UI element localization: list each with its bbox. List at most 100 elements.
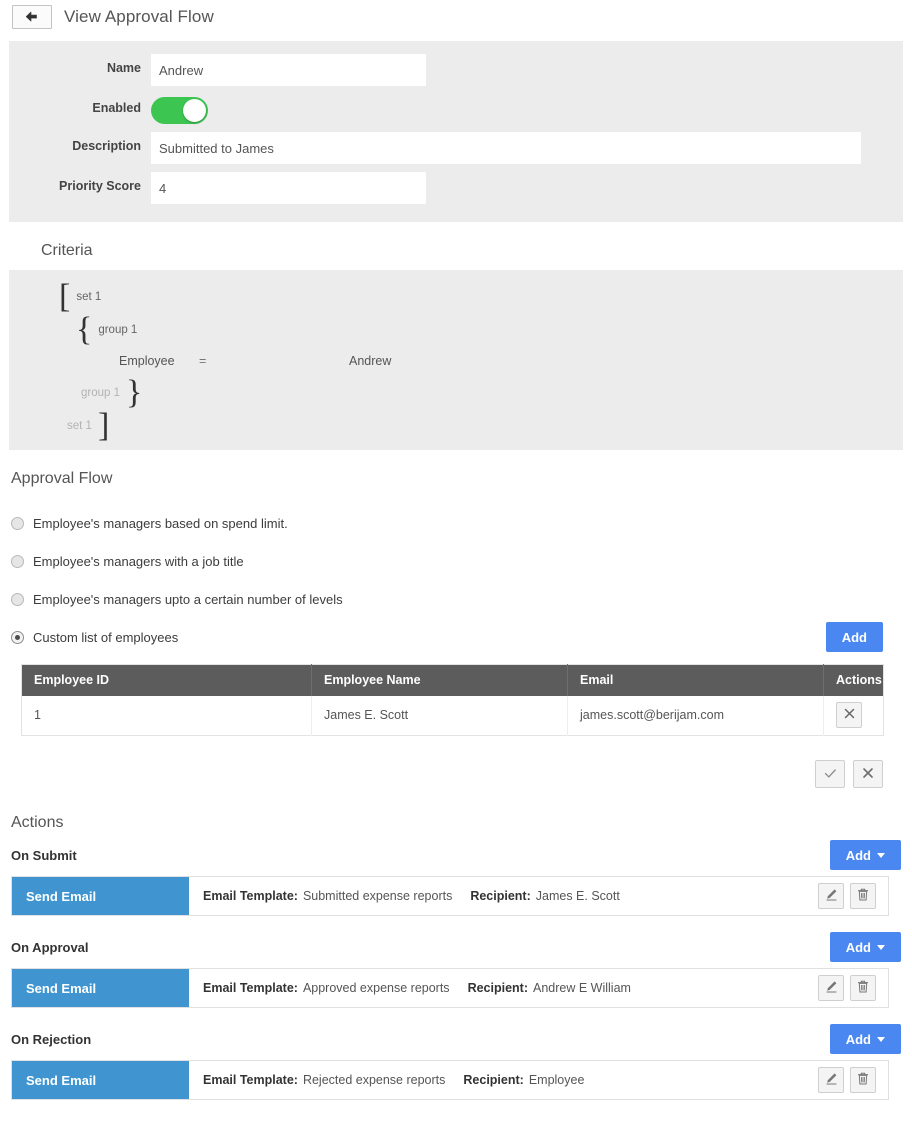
action-tools xyxy=(818,877,888,915)
action-type-badge: Send Email xyxy=(12,1061,189,1099)
action-details: Email Template: Submitted expense report… xyxy=(189,877,818,915)
priority-score-input[interactable] xyxy=(151,172,426,204)
radio-icon-selected xyxy=(11,630,24,644)
edit-action-button[interactable] xyxy=(818,1067,844,1093)
recipient-label: Recipient: xyxy=(470,889,531,903)
name-label: Name xyxy=(106,61,141,75)
email-template-value: Submitted expense reports xyxy=(302,889,453,903)
add-employee-button[interactable]: Add xyxy=(825,622,883,652)
radio-icon xyxy=(11,516,24,530)
actions-heading: Actions xyxy=(11,814,64,831)
back-button[interactable] xyxy=(12,5,52,29)
action-card: Send Email Email Template: Rejected expe… xyxy=(11,1060,889,1100)
radio-label: Custom list of employees xyxy=(33,629,179,645)
trash-icon xyxy=(857,1072,869,1088)
table-row: 1 James E. Scott james.scott@berijam.com xyxy=(21,695,884,736)
form-row-name: Name xyxy=(9,54,903,86)
action-group-header: On Submit Add xyxy=(11,838,901,872)
action-group-header: On Approval Add xyxy=(11,930,901,964)
action-tools xyxy=(818,969,888,1007)
radio-label: Employee's managers with a job title xyxy=(33,553,244,569)
enabled-label: Enabled xyxy=(92,101,141,115)
custom-list-row: Custom list of employees Add xyxy=(11,618,883,656)
pencil-icon xyxy=(825,980,838,996)
delete-action-button[interactable] xyxy=(850,1067,876,1093)
group-close-label: group 1 xyxy=(81,386,121,399)
column-email: Email xyxy=(567,664,824,696)
add-action-label: Add xyxy=(845,847,871,863)
chevron-down-icon xyxy=(877,944,885,950)
action-card: Send Email Email Template: Approved expe… xyxy=(11,968,889,1008)
action-card: Send Email Email Template: Submitted exp… xyxy=(11,876,889,916)
action-group-on-submit: On Submit Add Send Email Email Template:… xyxy=(11,838,901,916)
add-employee-label: Add xyxy=(841,629,867,645)
approval-flow-options: Employee's managers based on spend limit… xyxy=(11,504,912,656)
close-icon xyxy=(862,767,874,782)
remove-employee-button[interactable] xyxy=(836,702,862,729)
description-label: Description xyxy=(72,139,141,153)
confirm-button[interactable] xyxy=(815,760,845,788)
radio-option-custom-list[interactable]: Custom list of employees xyxy=(11,618,178,656)
enabled-toggle[interactable] xyxy=(151,97,208,124)
description-input[interactable] xyxy=(151,132,861,164)
table-header-row: Employee ID Employee Name Email Actions xyxy=(21,664,884,696)
criteria-field: Employee xyxy=(119,354,175,368)
email-template-value: Rejected expense reports xyxy=(302,1073,446,1087)
employee-list-confirm-row xyxy=(0,760,883,788)
recipient-label: Recipient: xyxy=(463,1073,524,1087)
delete-action-button[interactable] xyxy=(850,975,876,1001)
name-input[interactable] xyxy=(151,54,426,86)
criteria-set-open: [ set 1 xyxy=(59,277,102,315)
column-actions: Actions xyxy=(823,664,884,696)
close-icon xyxy=(844,708,855,722)
recipient-value: Employee xyxy=(528,1073,585,1087)
set-close-label: set 1 xyxy=(67,419,92,432)
cell-actions xyxy=(823,695,884,736)
radio-option-levels[interactable]: Employee's managers upto a certain numbe… xyxy=(11,580,912,618)
action-details: Email Template: Approved expense reports… xyxy=(189,969,818,1007)
pencil-icon xyxy=(825,1072,838,1088)
action-details: Email Template: Rejected expense reports… xyxy=(189,1061,818,1099)
add-action-on-approval-button[interactable]: Add xyxy=(829,932,901,962)
criteria-heading: Criteria xyxy=(41,242,93,259)
edit-action-button[interactable] xyxy=(818,883,844,909)
cell-employee-name: James E. Scott xyxy=(311,695,568,736)
add-action-label: Add xyxy=(845,1031,871,1047)
pencil-icon xyxy=(825,888,838,904)
approval-flow-heading: Approval Flow xyxy=(11,470,113,487)
action-group-on-rejection: On Rejection Add Send Email Email Templa… xyxy=(11,1022,901,1100)
trash-icon xyxy=(857,888,869,904)
cell-employee-id: 1 xyxy=(21,695,312,736)
action-group-header: On Rejection Add xyxy=(11,1022,901,1056)
group-open-label: group 1 xyxy=(98,323,138,336)
priority-score-label: Priority Score xyxy=(59,179,141,193)
radio-label: Employee's managers upto a certain numbe… xyxy=(33,591,343,607)
criteria-row: Employee = Andrew xyxy=(9,346,903,376)
form-row-description: Description xyxy=(9,132,903,164)
criteria-panel: [ set 1 { group 1 Employee = Andrew grou… xyxy=(9,270,903,450)
edit-action-button[interactable] xyxy=(818,975,844,1001)
column-employee-id: Employee ID xyxy=(21,664,312,696)
delete-action-button[interactable] xyxy=(850,883,876,909)
add-action-on-rejection-button[interactable]: Add xyxy=(829,1024,901,1054)
column-employee-name: Employee Name xyxy=(311,664,568,696)
cancel-button[interactable] xyxy=(853,760,883,788)
action-group-on-approval: On Approval Add Send Email Email Templat… xyxy=(11,930,901,1008)
radio-option-spend-limit[interactable]: Employee's managers based on spend limit… xyxy=(11,504,912,542)
add-action-label: Add xyxy=(845,939,871,955)
cell-email: james.scott@berijam.com xyxy=(567,695,824,736)
email-template-label: Email Template: xyxy=(203,981,298,995)
table-header: Employee ID Employee Name Email Actions xyxy=(21,664,884,696)
page-title: View Approval Flow xyxy=(64,7,214,26)
action-tools xyxy=(818,1061,888,1099)
criteria-operator: = xyxy=(199,354,207,368)
trash-icon xyxy=(857,980,869,996)
action-type-badge: Send Email xyxy=(12,969,189,1007)
add-action-on-submit-button[interactable]: Add xyxy=(829,840,901,870)
email-template-label: Email Template: xyxy=(203,889,298,903)
radio-icon xyxy=(11,554,24,568)
criteria-group-open: { group 1 xyxy=(76,310,138,348)
radio-icon xyxy=(11,592,24,606)
criteria-set-close: set 1 ] xyxy=(67,406,110,444)
radio-option-job-title[interactable]: Employee's managers with a job title xyxy=(11,542,912,580)
